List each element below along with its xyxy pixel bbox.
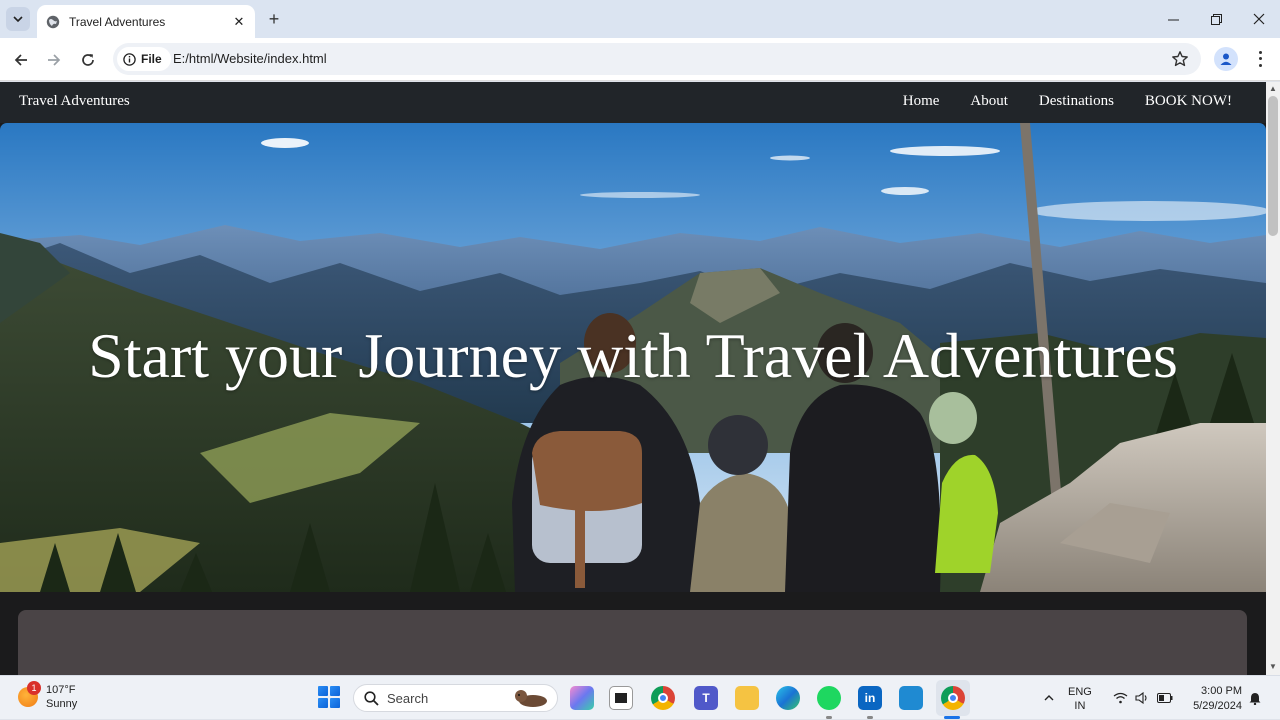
site-info-chip[interactable]: File: [117, 47, 171, 71]
restore-button[interactable]: [1195, 0, 1238, 38]
tab-strip: Travel Adventures ✕ +: [0, 0, 1280, 38]
vscode-icon[interactable]: [899, 686, 923, 710]
forward-button[interactable]: [41, 47, 67, 73]
scroll-down-icon[interactable]: ▼: [1269, 663, 1277, 671]
close-window-button[interactable]: [1237, 0, 1280, 38]
chevron-down-icon: [13, 16, 23, 23]
speaker-icon[interactable]: [1132, 676, 1152, 720]
edge-icon[interactable]: [776, 686, 800, 710]
clock-date: 5/29/2024: [1193, 700, 1242, 712]
clock-time: 3:00 PM: [1201, 685, 1242, 697]
language-indicator[interactable]: ENG IN: [1068, 685, 1092, 713]
arrow-left-icon: [14, 54, 27, 66]
windows-taskbar: 1 107°F Sunny Search T in ENG IN 3:00 PM…: [0, 675, 1280, 719]
language-region: IN: [1074, 700, 1086, 712]
profile-button[interactable]: [1214, 47, 1238, 71]
system-clock[interactable]: 3:00 PM 5/29/2024: [1180, 684, 1242, 714]
tab-search-button[interactable]: [6, 7, 30, 31]
windows-start-icon[interactable]: [318, 686, 340, 708]
scroll-up-icon[interactable]: ▲: [1269, 85, 1277, 93]
browser-tab[interactable]: Travel Adventures ✕: [37, 5, 255, 38]
url-text[interactable]: E:/html/Website/index.html: [173, 51, 327, 66]
browser-toolbar: File E:/html/Website/index.html: [0, 38, 1280, 81]
address-bar[interactable]: File E:/html/Website/index.html: [113, 43, 1201, 75]
minimize-icon: [1168, 19, 1179, 20]
restore-icon: [1211, 13, 1222, 25]
battery-icon[interactable]: [1155, 676, 1175, 720]
site-navbar: Travel Adventures Home About Destination…: [0, 82, 1266, 123]
page-scrollbar[interactable]: ▲ ▼: [1266, 82, 1280, 675]
scroll-thumb[interactable]: [1268, 96, 1278, 236]
chrome-icon[interactable]: [651, 686, 675, 710]
hero-section: Start your Journey with Travel Adventure…: [0, 123, 1266, 592]
page-viewport: Travel Adventures Home About Destination…: [0, 82, 1266, 675]
nav-link-destinations[interactable]: Destinations: [1039, 93, 1114, 110]
chrome-active-icon[interactable]: [941, 686, 965, 710]
bell-icon[interactable]: [1246, 676, 1264, 720]
otter-icon: [515, 690, 547, 707]
nav-links: Home About Destinations BOOK NOW!: [903, 93, 1232, 110]
close-icon[interactable]: ✕: [231, 14, 247, 30]
nav-link-book-now[interactable]: BOOK NOW!: [1145, 93, 1232, 110]
arrow-right-icon: [48, 54, 61, 66]
language-code: ENG: [1068, 686, 1092, 698]
new-tab-button[interactable]: +: [264, 9, 284, 29]
tab-title: Travel Adventures: [69, 14, 166, 29]
star-icon[interactable]: [1171, 50, 1189, 68]
copilot-icon[interactable]: [570, 686, 594, 710]
hero-title: Start your Journey with Travel Adventure…: [88, 320, 1178, 391]
reload-button[interactable]: [75, 47, 101, 73]
more-vertical-icon[interactable]: [1251, 49, 1269, 69]
linkedin-icon[interactable]: in: [858, 686, 882, 710]
teams-icon[interactable]: T: [694, 686, 718, 710]
nav-link-home[interactable]: Home: [903, 93, 940, 110]
site-brand[interactable]: Travel Adventures: [19, 93, 130, 110]
taskbar-search[interactable]: Search: [353, 684, 558, 712]
url-chip-label: File: [141, 52, 162, 66]
content-card: [18, 610, 1247, 675]
sun-icon: 1: [18, 681, 41, 707]
search-icon: [364, 690, 379, 706]
weather-condition: Sunny: [46, 698, 78, 710]
weather-widget[interactable]: 1 107°F Sunny: [18, 681, 78, 711]
globe-icon: [46, 15, 60, 28]
spotify-icon[interactable]: [817, 686, 841, 710]
file-explorer-icon[interactable]: [735, 686, 759, 710]
notification-badge: 1: [27, 681, 41, 695]
wifi-icon[interactable]: [1110, 676, 1130, 720]
task-view-icon[interactable]: [609, 686, 633, 710]
person-icon: [1220, 53, 1232, 65]
minimize-button[interactable]: [1152, 0, 1195, 38]
search-placeholder: Search: [387, 690, 429, 706]
back-button[interactable]: [8, 47, 34, 73]
plus-icon: +: [268, 8, 280, 29]
close-icon: [1253, 13, 1264, 25]
chevron-up-icon[interactable]: [1041, 676, 1057, 720]
nav-link-about[interactable]: About: [970, 93, 1008, 110]
info-icon: [123, 52, 136, 66]
reload-icon: [82, 54, 94, 66]
weather-temperature: 107°F: [46, 684, 76, 696]
